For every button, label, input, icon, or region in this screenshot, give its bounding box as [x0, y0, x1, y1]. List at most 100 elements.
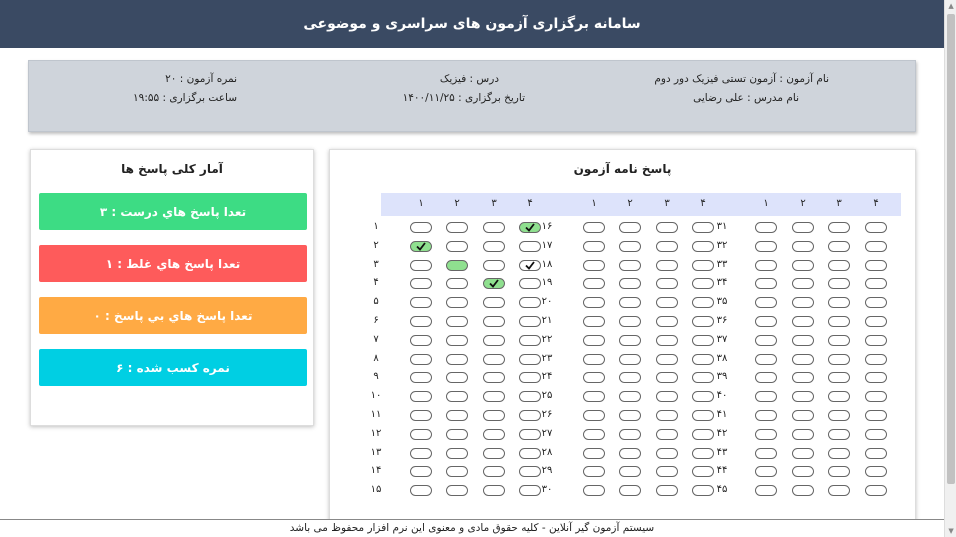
scroll-down-icon[interactable]: ▼	[945, 525, 956, 537]
scroll-up-icon[interactable]: ▲	[945, 0, 956, 12]
answer-bubble-q35-o3[interactable]	[828, 297, 850, 309]
answer-bubble-q19-o2[interactable]	[619, 278, 641, 290]
answer-bubble-q5-o2[interactable]	[446, 297, 468, 309]
answer-bubble-q6-o3[interactable]	[483, 316, 505, 327]
answer-bubble-q30-o3[interactable]	[656, 485, 678, 497]
answer-bubble-q9-o2[interactable]	[446, 372, 468, 384]
answer-bubble-q16-o2[interactable]	[619, 222, 641, 233]
answer-bubble-q30-o1[interactable]	[583, 485, 605, 497]
answer-bubble-q41-o2[interactable]	[792, 410, 814, 421]
answer-bubble-q39-o4[interactable]	[865, 372, 887, 384]
answer-bubble-q45-o2[interactable]	[792, 485, 814, 497]
answer-bubble-q43-o2[interactable]	[792, 447, 814, 459]
answer-bubble-q23-o2[interactable]	[619, 353, 641, 365]
answer-bubble-q18-o3[interactable]	[656, 259, 678, 271]
answer-bubble-q1-o3[interactable]	[483, 222, 505, 233]
answer-bubble-q14-o1[interactable]	[410, 466, 432, 478]
answer-bubble-q33-o2[interactable]	[792, 259, 814, 271]
answer-bubble-q41-o4[interactable]	[865, 410, 887, 421]
answer-bubble-q15-o3[interactable]	[483, 485, 505, 497]
answer-bubble-q4-o2[interactable]	[446, 278, 468, 290]
answer-bubble-q40-o3[interactable]	[828, 391, 850, 403]
answer-bubble-q6-o2[interactable]	[446, 316, 468, 327]
answer-bubble-q11-o2[interactable]	[446, 410, 468, 421]
answer-bubble-q23-o3[interactable]	[656, 353, 678, 365]
answer-bubble-q9-o3[interactable]	[483, 372, 505, 384]
answer-bubble-q45-o3[interactable]	[828, 485, 850, 497]
answer-bubble-q2-o3[interactable]	[483, 240, 505, 252]
answer-bubble-q34-o3[interactable]	[828, 278, 850, 290]
answer-bubble-q22-o3[interactable]	[656, 334, 678, 346]
answer-bubble-q3-o2[interactable]	[446, 259, 468, 271]
answer-bubble-q14-o3[interactable]	[483, 466, 505, 478]
answer-bubble-q40-o4[interactable]	[865, 391, 887, 403]
answer-bubble-q19-o3[interactable]	[656, 278, 678, 290]
answer-bubble-q36-o2[interactable]	[792, 316, 814, 327]
answer-bubble-q6-o1[interactable]	[410, 316, 432, 327]
answer-bubble-q12-o1[interactable]	[410, 428, 432, 440]
answer-bubble-q31-o3[interactable]	[828, 222, 850, 233]
answer-bubble-q16-o1[interactable]	[583, 222, 605, 233]
answer-bubble-q14-o2[interactable]	[446, 466, 468, 478]
answer-bubble-q3-o1[interactable]	[410, 259, 432, 271]
answer-bubble-q38-o1[interactable]	[755, 353, 777, 365]
answer-bubble-q17-o3[interactable]	[656, 240, 678, 252]
answer-bubble-q39-o2[interactable]	[792, 372, 814, 384]
answer-bubble-q2-o1[interactable]	[410, 240, 432, 252]
answer-bubble-q13-o2[interactable]	[446, 447, 468, 459]
page-scrollbar[interactable]: ▲ ▼	[944, 0, 956, 537]
answer-bubble-q33-o4[interactable]	[865, 259, 887, 271]
answer-bubble-q20-o3[interactable]	[656, 297, 678, 309]
answer-bubble-q7-o3[interactable]	[483, 334, 505, 346]
answer-bubble-q27-o3[interactable]	[656, 428, 678, 440]
answer-bubble-q40-o2[interactable]	[792, 391, 814, 403]
answer-bubble-q35-o4[interactable]	[865, 297, 887, 309]
answer-bubble-q29-o1[interactable]	[583, 466, 605, 478]
answer-bubble-q36-o1[interactable]	[755, 316, 777, 327]
answer-bubble-q37-o4[interactable]	[865, 334, 887, 346]
answer-bubble-q31-o1[interactable]	[755, 222, 777, 233]
answer-bubble-q10-o1[interactable]	[410, 391, 432, 403]
answer-bubble-q7-o2[interactable]	[446, 334, 468, 346]
answer-bubble-q43-o3[interactable]	[828, 447, 850, 459]
answer-bubble-q27-o2[interactable]	[619, 428, 641, 440]
answer-bubble-q10-o2[interactable]	[446, 391, 468, 403]
answer-bubble-q16-o3[interactable]	[656, 222, 678, 233]
answer-bubble-q27-o1[interactable]	[583, 428, 605, 440]
answer-bubble-q34-o4[interactable]	[865, 278, 887, 290]
answer-bubble-q42-o2[interactable]	[792, 428, 814, 440]
answer-bubble-q38-o4[interactable]	[865, 353, 887, 365]
answer-bubble-q13-o1[interactable]	[410, 447, 432, 459]
answer-bubble-q33-o3[interactable]	[828, 259, 850, 271]
answer-bubble-q28-o1[interactable]	[583, 447, 605, 459]
answer-bubble-q44-o4[interactable]	[865, 466, 887, 478]
answer-bubble-q37-o3[interactable]	[828, 334, 850, 346]
answer-bubble-q22-o2[interactable]	[619, 334, 641, 346]
answer-bubble-q44-o1[interactable]	[755, 466, 777, 478]
answer-bubble-q9-o1[interactable]	[410, 372, 432, 384]
answer-bubble-q28-o3[interactable]	[656, 447, 678, 459]
answer-bubble-q7-o1[interactable]	[410, 334, 432, 346]
answer-bubble-q41-o3[interactable]	[828, 410, 850, 421]
answer-bubble-q43-o4[interactable]	[865, 447, 887, 459]
answer-bubble-q42-o1[interactable]	[755, 428, 777, 440]
answer-bubble-q34-o2[interactable]	[792, 278, 814, 290]
answer-bubble-q25-o3[interactable]	[656, 391, 678, 403]
answer-bubble-q1-o1[interactable]	[410, 222, 432, 233]
answer-bubble-q12-o3[interactable]	[483, 428, 505, 440]
answer-bubble-q2-o2[interactable]	[446, 240, 468, 252]
answer-bubble-q24-o1[interactable]	[583, 372, 605, 384]
answer-bubble-q24-o3[interactable]	[656, 372, 678, 384]
answer-bubble-q29-o3[interactable]	[656, 466, 678, 478]
answer-bubble-q15-o1[interactable]	[410, 485, 432, 497]
answer-bubble-q44-o2[interactable]	[792, 466, 814, 478]
answer-bubble-q32-o1[interactable]	[755, 240, 777, 252]
answer-bubble-q31-o4[interactable]	[865, 222, 887, 233]
answer-bubble-q5-o3[interactable]	[483, 297, 505, 309]
answer-bubble-q12-o2[interactable]	[446, 428, 468, 440]
answer-bubble-q21-o3[interactable]	[656, 316, 678, 327]
answer-bubble-q26-o1[interactable]	[583, 410, 605, 421]
answer-bubble-q8-o3[interactable]	[483, 353, 505, 365]
answer-bubble-q4-o3[interactable]	[483, 278, 505, 290]
answer-bubble-q45-o4[interactable]	[865, 485, 887, 497]
